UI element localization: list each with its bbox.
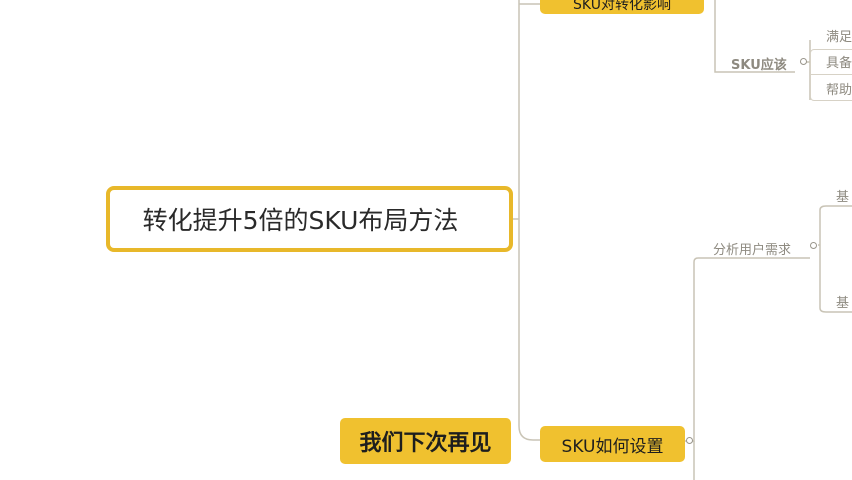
collapse-toggle-sku-setup[interactable] — [686, 437, 693, 444]
connector-trunk — [518, 0, 540, 441]
sku-should-items-divider — [810, 74, 852, 75]
branch-sku-setup-label: SKU如何设置 — [561, 436, 664, 457]
collapse-toggle-sku-should[interactable] — [800, 58, 807, 65]
root-title: 转化提升5倍的SKU布局方法 — [142, 206, 459, 235]
sku-should-item-3[interactable]: 帮助 — [826, 79, 852, 98]
collapse-toggle-analyze[interactable] — [810, 242, 817, 249]
analyze-needs-label[interactable]: 分析用户需求 — [713, 239, 791, 258]
branch-sku-impact[interactable]: SKU对转化影响 — [540, 0, 704, 14]
branch-sku-setup[interactable]: SKU如何设置 — [540, 426, 685, 462]
branch-sku-impact-label: SKU对转化影响 — [573, 0, 671, 13]
connector-sku-should-items — [800, 40, 811, 100]
farewell-label: 我们下次再见 — [359, 431, 492, 456]
connector-setup-analyze — [685, 257, 810, 442]
sku-should-item-1[interactable]: 满足 — [826, 26, 852, 45]
mindmap-canvas: 转化提升5倍的SKU布局方法 SKU对转化影响 SKU应该 满足 具备 帮助 分… — [0, 0, 852, 480]
farewell-node[interactable]: 我们下次再见 — [340, 418, 511, 464]
root-node[interactable]: 转化提升5倍的SKU布局方法 — [106, 186, 513, 252]
analyze-item-1[interactable]: 基 — [836, 186, 849, 205]
sku-should-label[interactable]: SKU应该 — [731, 54, 787, 73]
sku-should-item-2[interactable]: 具备 — [826, 52, 852, 71]
analyze-item-2[interactable]: 基 — [836, 292, 849, 311]
